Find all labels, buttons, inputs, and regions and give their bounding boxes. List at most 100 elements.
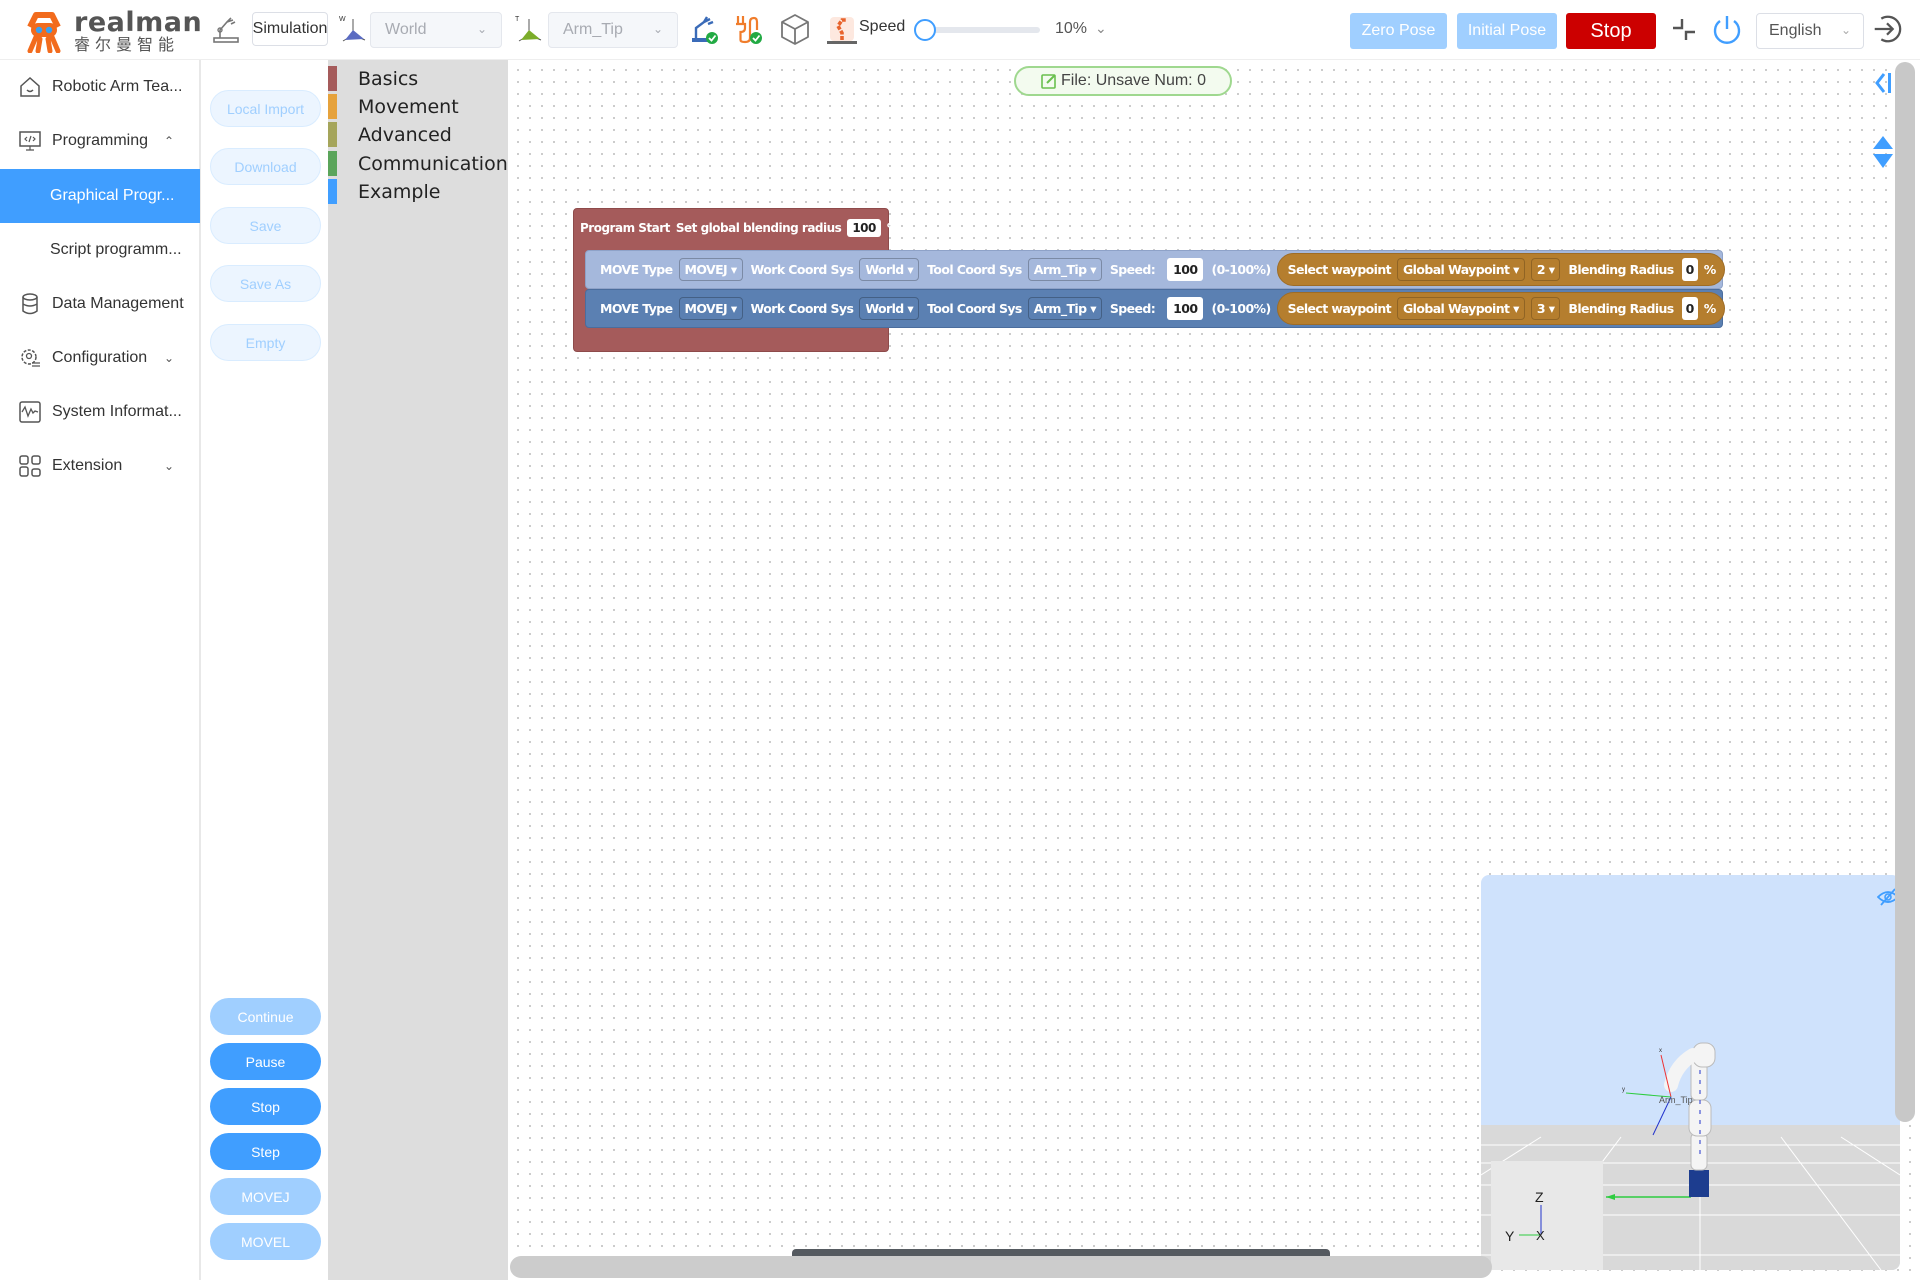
- work-coord-select[interactable]: World ⌄: [370, 12, 502, 48]
- tool-coord-label: Tool Coord Sys: [927, 262, 1022, 277]
- sidebar-item-extension[interactable]: Extension ⌄: [0, 439, 200, 493]
- category-color-bar: [328, 94, 337, 119]
- movej-button[interactable]: MOVEJ: [210, 1178, 321, 1215]
- sidebar-nav: Robotic Arm Tea... Programming ⌃ Graphic…: [0, 60, 201, 1280]
- continue-button[interactable]: Continue: [210, 998, 321, 1035]
- category-movement[interactable]: Movement: [328, 94, 508, 119]
- empty-button[interactable]: Empty: [210, 324, 321, 361]
- sidebar-item-label: Robotic Arm Tea...: [52, 78, 183, 95]
- speed-label: Speed:: [1109, 301, 1156, 316]
- move-type-dropdown[interactable]: MOVEJ ▾: [678, 297, 743, 320]
- waypoint-label: Select waypoint: [1287, 301, 1392, 316]
- emergency-stop-button[interactable]: Stop: [1566, 13, 1656, 49]
- waypoint-index-dropdown[interactable]: 2 ▾: [1530, 258, 1561, 281]
- workspace-horizontal-scrollbar[interactable]: [510, 1256, 1492, 1278]
- sidebar-item-programming[interactable]: Programming ⌃: [0, 114, 200, 168]
- sidebar-item-graphical-programming[interactable]: Graphical Progr...: [0, 169, 200, 223]
- sidebar-item-data-management[interactable]: Data Management: [0, 277, 200, 331]
- category-color-bar: [328, 151, 337, 176]
- collapse-panel-icon[interactable]: [1874, 70, 1894, 96]
- arm-connected-icon[interactable]: [688, 12, 722, 46]
- work-coord-dropdown[interactable]: World ▾: [859, 297, 920, 320]
- tool-coord-select[interactable]: Arm_Tip ⌄: [548, 12, 678, 48]
- sidebar-item-label: Script programm...: [50, 241, 182, 258]
- zoom-up-down-icon[interactable]: [1872, 134, 1894, 170]
- io-connected-icon[interactable]: [730, 12, 764, 46]
- category-example[interactable]: Example: [328, 179, 508, 204]
- chevron-down-icon: ⌄: [652, 22, 663, 36]
- movel-button[interactable]: MOVEL: [210, 1223, 321, 1260]
- cube-icon[interactable]: [778, 12, 812, 46]
- waypoint-block[interactable]: Select waypoint Global Waypoint ▾ 2 ▾ Bl…: [1276, 253, 1725, 286]
- save-button[interactable]: Save: [210, 207, 321, 244]
- robot-3d-view[interactable]: x y Arm_Tip Z Y X: [1481, 875, 1900, 1270]
- zero-pose-button[interactable]: Zero Pose: [1350, 13, 1447, 49]
- initial-pose-button[interactable]: Initial Pose: [1457, 13, 1557, 49]
- sidebar-item-script-programming[interactable]: Script programm...: [0, 223, 200, 277]
- sidebar-item-system-information[interactable]: System Informat...: [0, 385, 200, 439]
- gizmo-x-label: X: [1536, 1228, 1545, 1243]
- stop-run-button[interactable]: Stop: [210, 1088, 321, 1125]
- power-icon[interactable]: [1710, 12, 1744, 46]
- realman-logo: realman 睿尔曼智能: [22, 8, 202, 54]
- edit-icon: [1041, 74, 1056, 89]
- pause-button[interactable]: Pause: [210, 1043, 321, 1080]
- download-button[interactable]: Download: [210, 148, 321, 185]
- work-coord-icon: W: [336, 12, 370, 46]
- workspace-vertical-scrollbar[interactable]: [1895, 62, 1915, 1122]
- realman-logo-icon: [27, 12, 61, 53]
- category-advanced[interactable]: Advanced: [328, 122, 508, 147]
- logout-icon[interactable]: [1870, 12, 1904, 46]
- blending-radius-input[interactable]: 0: [1681, 297, 1698, 320]
- chevron-down-icon: ⌄: [164, 351, 175, 365]
- blending-label: Set global blending radius: [675, 221, 842, 235]
- speed-input[interactable]: 100: [1167, 297, 1204, 320]
- robot-arm-mode-icon[interactable]: [209, 12, 243, 46]
- move-type-dropdown[interactable]: MOVEJ ▾: [678, 258, 743, 281]
- sidebar-item-label: Graphical Progr...: [50, 187, 175, 204]
- speed-label: Speed:: [1109, 262, 1156, 277]
- speed-slider-track[interactable]: [924, 27, 1040, 33]
- category-color-bar: [328, 122, 337, 147]
- waypoint-kind-dropdown[interactable]: Global Waypoint ▾: [1397, 258, 1525, 281]
- category-communication[interactable]: Communication: [328, 151, 508, 176]
- blending-radius-input[interactable]: 0: [1681, 258, 1698, 281]
- move-block[interactable]: MOVE Type MOVEJ ▾ Work Coord Sys World ▾…: [585, 289, 1725, 328]
- sidebar-item-label: Data Management: [52, 295, 184, 312]
- waypoint-kind-dropdown[interactable]: Global Waypoint ▾: [1397, 297, 1525, 320]
- work-coord-dropdown[interactable]: World ▾: [859, 258, 920, 281]
- axis-gizmo-panel: [1491, 1161, 1603, 1270]
- speed-label: Speed: [859, 18, 906, 35]
- system-monitor-icon: [19, 401, 41, 423]
- work-coord-label: Work Coord Sys: [750, 301, 854, 316]
- sidebar-item-teach[interactable]: Robotic Arm Tea...: [0, 60, 200, 114]
- robot-arm-pose-icon[interactable]: [824, 12, 860, 46]
- tool-coord-dropdown[interactable]: Arm_Tip ▾: [1027, 258, 1102, 281]
- code-monitor-icon: [19, 131, 41, 151]
- chevron-down-icon: ⌄: [476, 22, 487, 36]
- chevron-up-icon: ⌃: [164, 134, 175, 148]
- language-value: English: [1769, 22, 1822, 39]
- step-button[interactable]: Step: [210, 1133, 321, 1170]
- sidebar-item-label: System Informat...: [52, 403, 182, 420]
- sidebar-item-label: Configuration: [52, 349, 148, 366]
- speed-slider-thumb[interactable]: [914, 19, 936, 41]
- speed-input[interactable]: 100: [1167, 258, 1204, 281]
- save-as-button[interactable]: Save As: [210, 265, 321, 302]
- local-import-button[interactable]: Local Import: [210, 90, 321, 127]
- waypoint-index-dropdown[interactable]: 3 ▾: [1530, 297, 1561, 320]
- language-select[interactable]: English ⌄: [1756, 13, 1864, 49]
- speed-dropdown-chevron-icon[interactable]: ⌄: [1095, 20, 1107, 37]
- move-block[interactable]: MOVE Type MOVEJ ▾ Work Coord Sys World ▾…: [585, 250, 1725, 289]
- tool-coord-dropdown[interactable]: Arm_Tip ▾: [1027, 297, 1102, 320]
- sidebar-item-configuration[interactable]: Configuration ⌄: [0, 331, 200, 385]
- mode-indicator[interactable]: Simulation: [252, 12, 328, 46]
- logo-text-cn: 睿尔曼智能: [74, 36, 180, 54]
- speed-range-label: (0-100%): [1211, 301, 1271, 316]
- global-blend-input[interactable]: 100: [847, 219, 881, 237]
- robot-3d-scene[interactable]: x y Arm_Tip Z Y X: [1481, 875, 1900, 1270]
- collapse-arrows-icon[interactable]: [1667, 12, 1701, 46]
- unit-label: %: [886, 221, 899, 235]
- waypoint-block[interactable]: Select waypoint Global Waypoint ▾ 3 ▾ Bl…: [1276, 292, 1725, 325]
- category-basics[interactable]: Basics: [328, 66, 508, 91]
